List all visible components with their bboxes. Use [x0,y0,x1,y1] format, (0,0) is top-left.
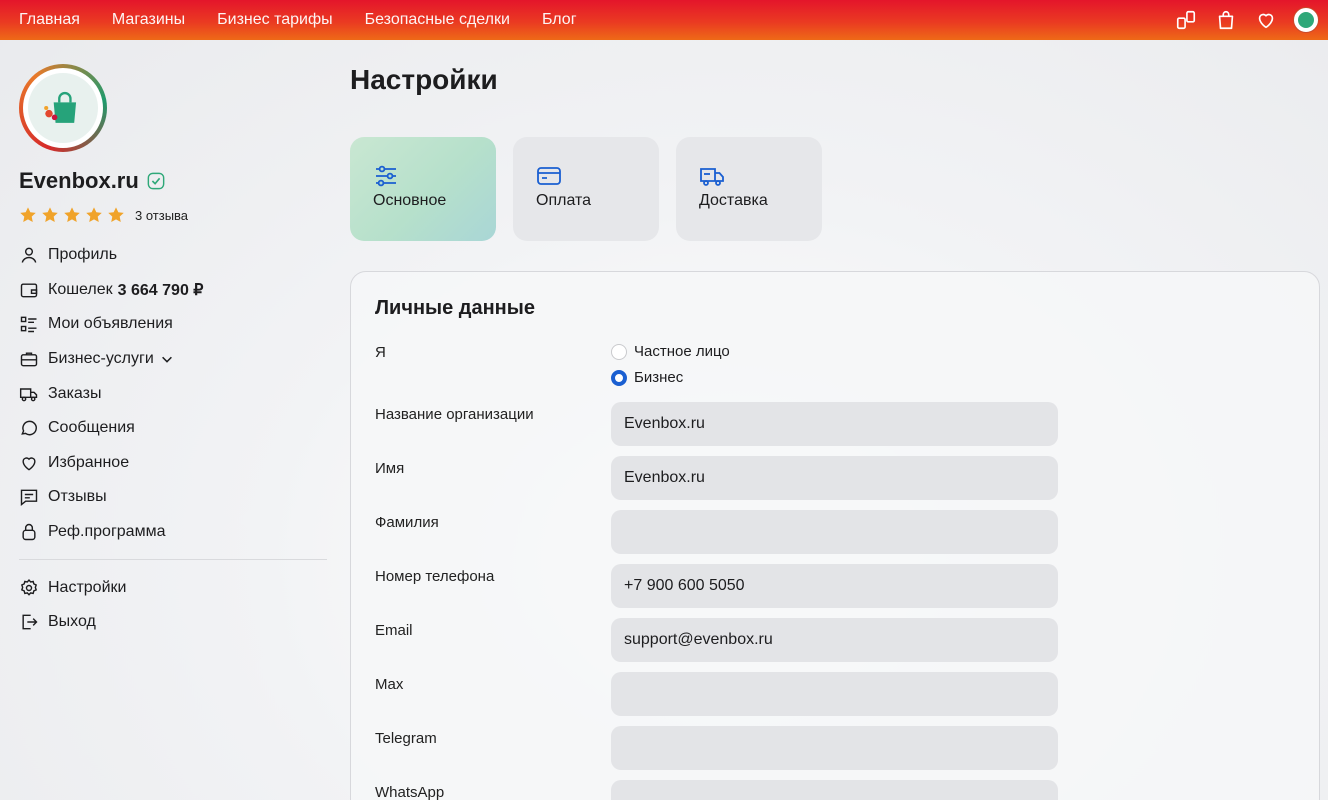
section-title: Личные данные [375,297,535,319]
max-input[interactable] [611,672,1058,716]
star-icon [42,207,58,223]
settings-tabs: Основное Оплата Доставка [350,137,839,241]
sidebar-item-label: Кошелек [48,280,113,298]
field-label: Telegram [375,730,437,747]
logout-icon [19,612,39,632]
truck-icon [700,168,724,186]
nav-link-home[interactable]: Главная [19,11,80,29]
sidebar-item-label: Мои объявления [48,315,173,333]
referral-icon [19,522,39,542]
last-name-input[interactable] [611,510,1058,554]
shop-logo[interactable] [19,64,107,152]
sidebar-item-label: Бизнес-услуги [48,350,154,368]
sidebar-item-label: Профиль [48,246,118,264]
bag-icon[interactable] [1214,8,1238,32]
sidebar-item-profile[interactable]: Профиль [19,238,329,273]
briefcase-icon [19,349,39,369]
field-label: WhatsApp [375,784,445,800]
shopping-bag-logo-icon [44,91,77,123]
star-icon [86,207,102,223]
sidebar-item-referral[interactable]: Реф.программа [19,515,329,550]
radio-private-person[interactable]: Частное лицо [611,343,730,360]
top-navbar: Главная Магазины Бизнес тарифы Безопасны… [0,0,1328,40]
organization-name-input[interactable] [611,402,1058,446]
tab-label: Доставка [699,192,768,209]
field-label: Max [375,676,404,693]
review-count[interactable]: 3 отзыва [135,208,188,223]
personal-data-card: Личные данные Я Частное лицо Бизнес Назв… [350,271,1320,800]
sidebar-item-my-ads[interactable]: Мои объявления [19,307,329,342]
card-icon [537,167,561,185]
divider [19,559,327,561]
sidebar-item-orders[interactable]: Заказы [19,376,329,411]
sidebar-item-label: Отзывы [48,488,107,506]
avatar[interactable] [1294,8,1318,32]
telegram-input[interactable] [611,726,1058,770]
radio-business[interactable]: Бизнес [611,369,683,386]
whatsapp-input[interactable] [611,780,1058,800]
heart-icon [19,453,39,473]
page-title: Настройки [350,64,498,95]
heart-icon[interactable] [1254,8,1278,32]
sidebar-item-label: Выход [48,613,96,631]
sidebar-item-messages[interactable]: Сообщения [19,411,329,446]
sidebar-item-business-services[interactable]: Бизнес-услуги [19,342,329,377]
field-label: Имя [375,460,405,477]
sidebar-item-label: Заказы [48,384,102,402]
radio-label: Бизнес [634,369,684,386]
sliders-icon [376,165,396,187]
sidebar-item-logout[interactable]: Выход [19,605,329,640]
phone-input[interactable] [611,564,1058,608]
sidebar-menu: Профиль Кошелек 3 664 790 ₽ Мои объявлен… [19,238,329,640]
sidebar: Evenbox.ru 3 отзыва Профиль Кошелек 3 66… [19,64,329,640]
nav-link-business-plans[interactable]: Бизнес тарифы [217,11,333,29]
field-label: Номер телефона [375,568,495,585]
review-icon [19,487,39,507]
sidebar-item-label: Сообщения [48,419,135,437]
shop-name: Evenbox.ru [19,168,139,193]
radio-button[interactable] [611,343,627,360]
sidebar-item-label: Настройки [48,578,127,596]
user-icon [19,245,39,265]
gear-icon [19,578,39,598]
radio-button-selected[interactable] [611,369,627,386]
radio-label: Частное лицо [634,343,730,360]
nav-link-safe-deals[interactable]: Безопасные сделки [365,11,510,29]
tab-delivery[interactable]: Доставка [676,137,822,241]
tab-label: Основное [373,192,447,209]
star-icon [108,207,124,223]
sidebar-item-favorites[interactable]: Избранное [19,446,329,481]
star-icon [64,207,80,223]
sidebar-item-wallet[interactable]: Кошелек 3 664 790 ₽ [19,273,329,308]
tab-payment[interactable]: Оплата [513,137,659,241]
sidebar-item-label: Избранное [48,453,130,471]
nav-link-shops[interactable]: Магазины [112,11,185,29]
chat-icon [19,418,39,438]
tab-general[interactable]: Основное [350,137,496,241]
sidebar-item-reviews[interactable]: Отзывы [19,480,329,515]
field-label: Название организации [375,406,534,423]
top-nav: Главная Магазины Бизнес тарифы Безопасны… [0,11,609,29]
rating[interactable]: 3 отзыва [19,206,329,224]
star-icon [20,207,36,223]
sidebar-item-settings[interactable]: Настройки [19,570,329,605]
field-label: Email [375,622,413,639]
compare-icon[interactable] [1174,8,1198,32]
nav-link-blog[interactable]: Блог [542,11,577,29]
wallet-balance: 3 664 790 ₽ [117,281,204,299]
tab-label: Оплата [536,192,592,209]
chevron-down-icon[interactable] [160,352,174,366]
field-label: Фамилия [375,514,439,531]
top-icons [1158,0,1318,40]
sidebar-item-label: Реф.программа [48,523,166,541]
verified-icon [147,172,165,190]
wallet-icon [19,280,39,300]
first-name-input[interactable] [611,456,1058,500]
truck-icon [19,384,39,404]
email-input[interactable] [611,618,1058,662]
account-type-label: Я [375,344,386,361]
list-icon [19,314,39,334]
